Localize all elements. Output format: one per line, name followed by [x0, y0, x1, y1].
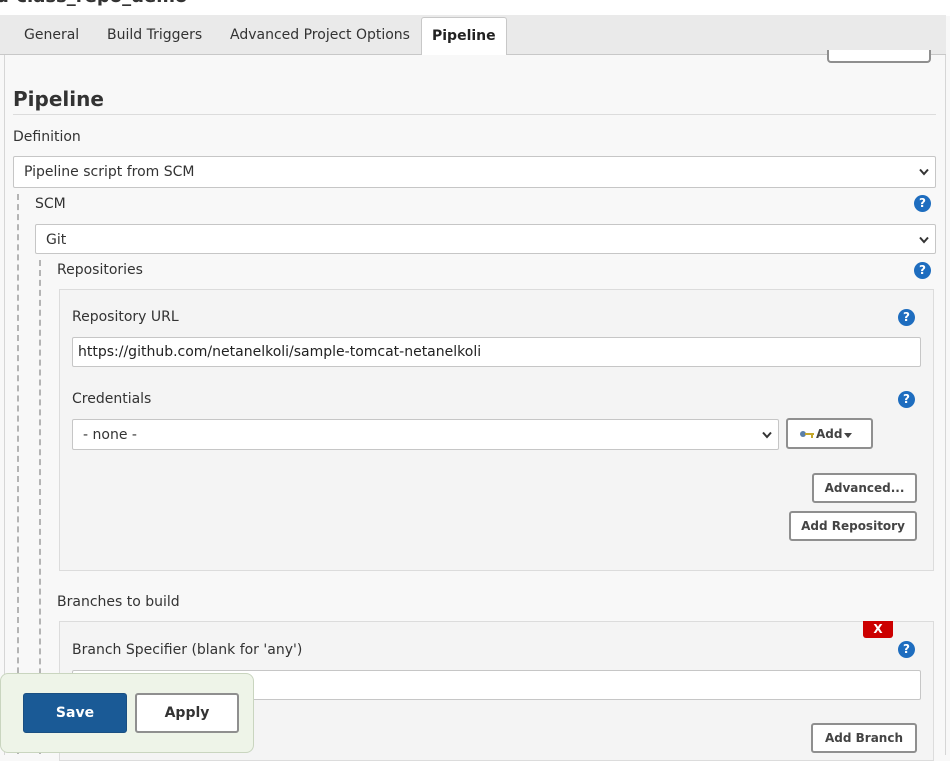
job-title: d-class_repo_demo	[0, 0, 187, 7]
apply-button[interactable]: Apply	[135, 693, 239, 733]
definition-value: Pipeline script from SCM	[24, 164, 195, 180]
scm-label: SCM	[35, 196, 66, 212]
section-divider	[13, 114, 936, 115]
scm-value: Git	[46, 232, 67, 248]
add-button-label: Add	[816, 427, 843, 441]
branches-label: Branches to build	[57, 594, 180, 610]
add-branch-button[interactable]: Add Branch	[811, 723, 917, 753]
tab-pipeline[interactable]: Pipeline	[421, 17, 507, 56]
tab-advanced-project-options[interactable]: Advanced Project Options	[230, 15, 410, 55]
chevron-down-icon	[919, 168, 929, 176]
definition-select[interactable]: Pipeline script from SCM	[13, 156, 936, 188]
scm-select[interactable]: Git	[35, 224, 936, 254]
repository-url-help-icon[interactable]: ?	[898, 309, 915, 326]
add-repository-button[interactable]: Add Repository	[789, 511, 917, 541]
caret-down-icon	[844, 433, 852, 438]
chevron-down-icon	[919, 236, 929, 244]
add-credentials-button[interactable]: Add	[786, 418, 873, 449]
key-icon	[800, 431, 814, 438]
advanced-button[interactable]: Advanced...	[812, 473, 917, 503]
page-header: d-class_repo_demo	[0, 0, 950, 16]
tab-build-triggers[interactable]: Build Triggers	[107, 15, 202, 55]
tab-general[interactable]: General	[24, 15, 79, 55]
scm-help-icon[interactable]: ?	[914, 195, 931, 212]
repository-url-input[interactable]	[72, 337, 921, 367]
section-title: Pipeline	[13, 87, 104, 111]
credentials-label: Credentials	[72, 391, 152, 407]
credentials-value: - none -	[83, 427, 137, 443]
repository-url-label: Repository URL	[72, 309, 179, 325]
definition-indent-line	[17, 194, 19, 754]
config-tab-bar: General Build Triggers Advanced Project …	[0, 15, 946, 56]
save-button[interactable]: Save	[23, 693, 127, 733]
repositories-label: Repositories	[57, 262, 143, 278]
credentials-help-icon[interactable]: ?	[898, 391, 915, 408]
repositories-help-icon[interactable]: ?	[914, 262, 931, 279]
branch-specifier-help-icon[interactable]: ?	[898, 641, 915, 658]
branch-specifier-label: Branch Specifier (blank for 'any')	[72, 642, 303, 658]
partial-button[interactable]	[827, 50, 931, 63]
chevron-down-icon	[762, 431, 772, 439]
delete-branch-button[interactable]: X	[863, 621, 893, 638]
definition-label: Definition	[13, 129, 81, 145]
credentials-select[interactable]: - none -	[72, 419, 779, 450]
